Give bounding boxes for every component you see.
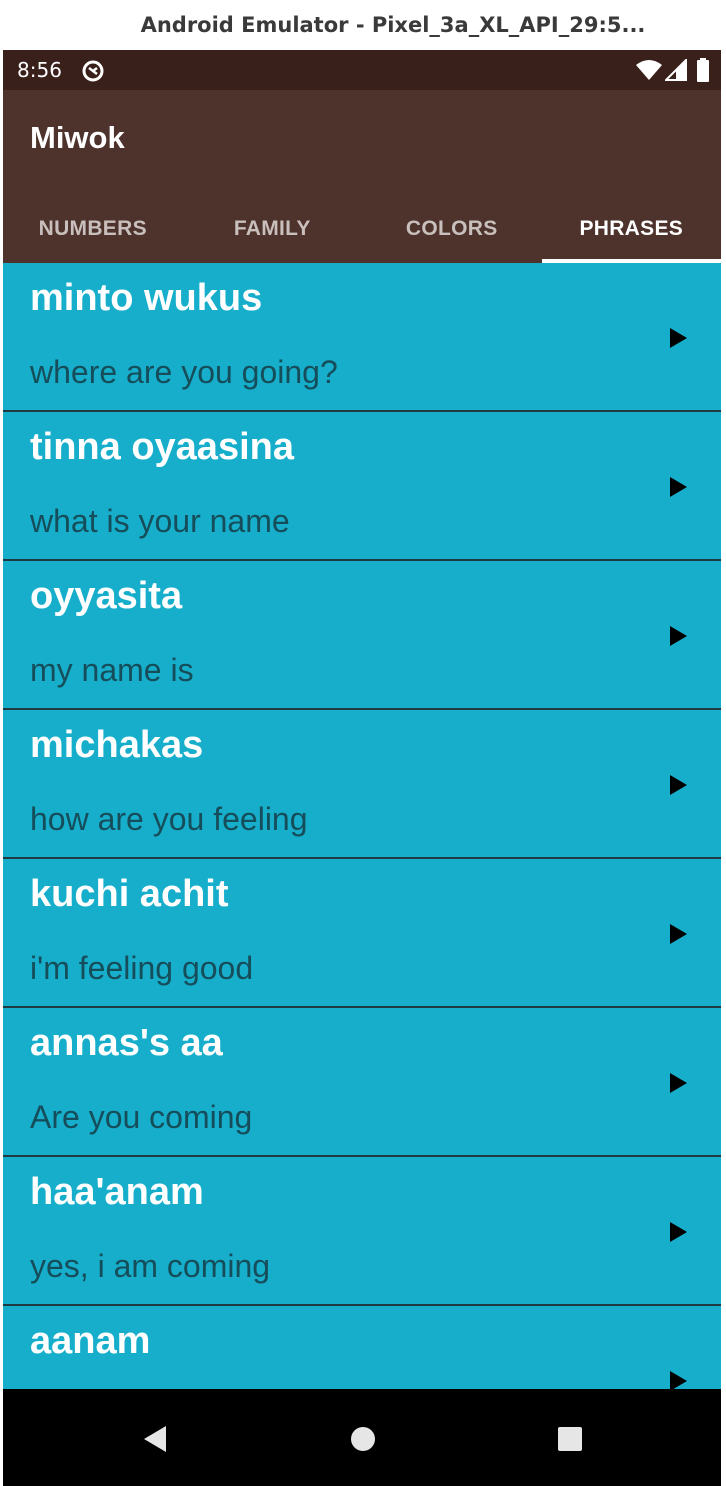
- list-item[interactable]: kuchi achit i'm feeling good: [3, 859, 721, 1008]
- recents-icon[interactable]: [557, 1426, 583, 1452]
- english-translation: Are you coming: [30, 1099, 253, 1135]
- play-icon[interactable]: [668, 1370, 688, 1389]
- list-item[interactable]: michakas how are you feeling: [3, 710, 721, 859]
- app-bar: Miwok NUMBERS FAMILY COLORS PHRASES: [3, 90, 721, 263]
- list-item[interactable]: haa'anam yes, i am coming: [3, 1157, 721, 1306]
- list-item[interactable]: annas's aa Are you coming: [3, 1008, 721, 1157]
- phrase-list[interactable]: minto wukus where are you going? tinna o…: [3, 263, 721, 1389]
- play-icon[interactable]: [668, 625, 688, 647]
- play-icon[interactable]: [668, 923, 688, 945]
- miwok-phrase: aanam: [30, 1320, 151, 1362]
- english-translation: where are you going?: [30, 354, 338, 390]
- play-icon[interactable]: [668, 774, 688, 796]
- window-title: Android Emulator - Pixel_3a_XL_API_29:5.…: [140, 13, 646, 37]
- english-translation: what is your name: [30, 503, 290, 539]
- list-item[interactable]: minto wukus where are you going?: [3, 263, 721, 412]
- english-translation: yes, i am coming: [30, 1248, 271, 1284]
- english-translation: i'm feeling good: [30, 950, 254, 986]
- device-screen: 8:56 Miwok NUMBERS FAMILY COLORS PHRASES…: [3, 50, 721, 1486]
- app-notification-icon: [82, 60, 104, 82]
- back-icon[interactable]: [140, 1424, 168, 1454]
- play-icon[interactable]: [668, 1221, 688, 1243]
- english-translation: how are you feeling: [30, 801, 308, 837]
- miwok-phrase: haa'anam: [30, 1171, 204, 1213]
- miwok-phrase: michakas: [30, 724, 204, 766]
- battery-icon: [697, 58, 709, 82]
- list-item[interactable]: tinna oyaasina what is your name: [3, 412, 721, 561]
- play-icon[interactable]: [668, 476, 688, 498]
- miwok-phrase: kuchi achit: [30, 873, 229, 915]
- tab-phrases[interactable]: PHRASES: [541, 195, 722, 263]
- english-translation: my name is: [30, 652, 194, 688]
- list-item[interactable]: aanam: [3, 1306, 721, 1389]
- signal-icon: [665, 59, 687, 81]
- miwok-phrase: oyyasita: [30, 575, 183, 617]
- miwok-phrase: minto wukus: [30, 277, 263, 319]
- play-icon[interactable]: [668, 327, 688, 349]
- navigation-bar: [3, 1389, 721, 1486]
- window-titlebar: Android Emulator - Pixel_3a_XL_API_29:5.…: [0, 0, 726, 50]
- app-title: Miwok: [30, 120, 125, 155]
- status-time: 8:56: [17, 58, 62, 82]
- wifi-icon: [636, 60, 662, 80]
- tab-bar: NUMBERS FAMILY COLORS PHRASES: [3, 195, 721, 263]
- play-icon[interactable]: [668, 1072, 688, 1094]
- status-bar: 8:56: [3, 50, 721, 90]
- tab-numbers[interactable]: NUMBERS: [3, 195, 183, 263]
- list-item[interactable]: oyyasita my name is: [3, 561, 721, 710]
- miwok-phrase: annas's aa: [30, 1022, 223, 1064]
- miwok-phrase: tinna oyaasina: [30, 426, 294, 468]
- tab-colors[interactable]: COLORS: [362, 195, 542, 263]
- tab-family[interactable]: FAMILY: [183, 195, 363, 263]
- home-icon[interactable]: [350, 1426, 376, 1452]
